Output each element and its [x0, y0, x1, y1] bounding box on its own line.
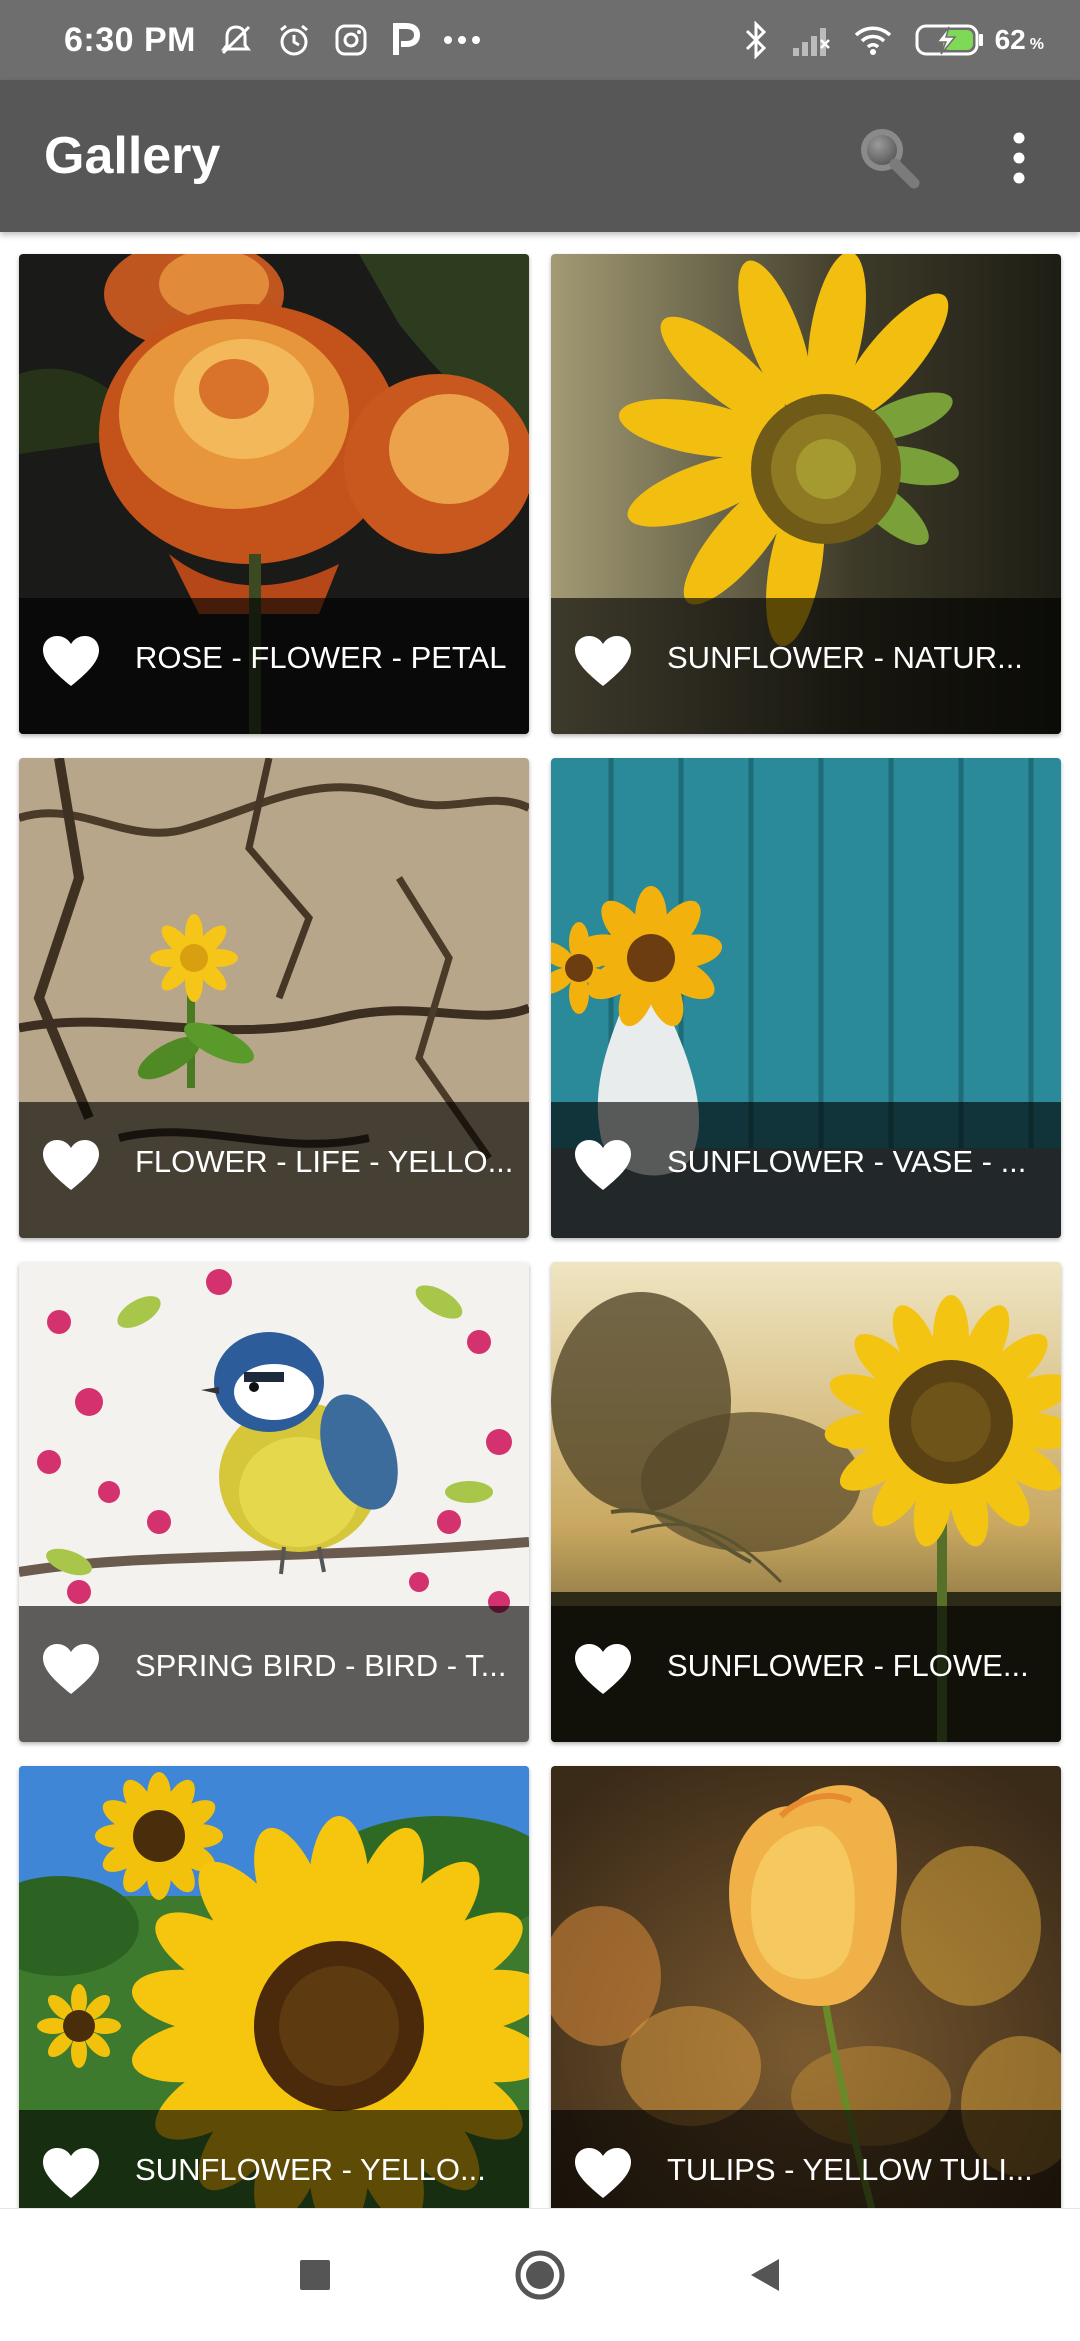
card-caption: SUNFLOWER - VASE - ... [551, 1102, 1061, 1238]
gallery-grid: ROSE - FLOWER - PETAL SUNFLOWER - NATUR.… [0, 232, 1080, 2208]
square-recents-icon[interactable] [285, 2245, 345, 2305]
card-title: TULIPS - YELLOW TULI... [667, 2152, 1033, 2187]
heart-icon[interactable] [41, 1138, 101, 1194]
gallery-card-rose[interactable]: ROSE - FLOWER - PETAL [19, 254, 529, 734]
card-title: SUNFLOWER - NATUR... [667, 640, 1023, 675]
card-title: SPRING BIRD - BIRD - T... [135, 1648, 507, 1683]
card-title: SUNFLOWER - YELLO... [135, 2152, 486, 2187]
heart-icon[interactable] [41, 1642, 101, 1698]
card-caption: TULIPS - YELLOW TULI... [551, 2110, 1061, 2208]
card-caption: SUNFLOWER - NATUR... [551, 598, 1061, 734]
heart-icon[interactable] [41, 634, 101, 690]
alarm-icon [276, 22, 312, 58]
card-title: SUNFLOWER - FLOWE... [667, 1648, 1029, 1683]
triangle-back-icon[interactable] [735, 2245, 795, 2305]
more-vert-icon[interactable] [994, 128, 1044, 188]
heart-icon[interactable] [573, 1138, 633, 1194]
status-bar: 6:30 PM 62% [0, 0, 1080, 80]
heart-icon[interactable] [573, 1642, 633, 1698]
gallery-card-spring-bird[interactable]: SPRING BIRD - BIRD - T... [19, 1262, 529, 1742]
navigation-bar [0, 2208, 1080, 2341]
wifi-icon [853, 24, 893, 56]
heart-icon[interactable] [573, 634, 633, 690]
gallery-card-tulips[interactable]: TULIPS - YELLOW TULI... [551, 1766, 1061, 2208]
battery-level: 62% [995, 24, 1044, 56]
battery-indicator: 62% [915, 23, 1044, 57]
gallery-card-sunflower-yellow[interactable]: SUNFLOWER - YELLO... [19, 1766, 529, 2208]
card-caption: ROSE - FLOWER - PETAL [19, 598, 529, 734]
battery-charging-icon [915, 23, 985, 57]
gallery-card-sunflower-vase[interactable]: SUNFLOWER - VASE - ... [551, 758, 1061, 1238]
circle-home-icon[interactable] [510, 2245, 570, 2305]
card-caption: FLOWER - LIFE - YELLO... [19, 1102, 529, 1238]
battery-level-value: 62 [994, 24, 1026, 55]
card-caption: SUNFLOWER - FLOWE... [551, 1606, 1061, 1742]
instagram-icon [334, 23, 368, 57]
gallery-card-sunflower-nature[interactable]: SUNFLOWER - NATUR... [551, 254, 1061, 734]
signal-icon [791, 24, 831, 56]
p-app-icon [390, 22, 420, 58]
bluetooth-icon [743, 21, 769, 59]
battery-unit: % [1029, 36, 1044, 53]
card-title: FLOWER - LIFE - YELLO... [135, 1144, 514, 1179]
app-bar: Gallery [0, 80, 1080, 232]
mute-icon [218, 22, 254, 58]
heart-icon[interactable] [41, 2146, 101, 2202]
card-title: ROSE - FLOWER - PETAL [135, 640, 507, 675]
status-left: 6:30 PM [64, 0, 482, 80]
card-caption: SPRING BIRD - BIRD - T... [19, 1606, 529, 1742]
card-caption: SUNFLOWER - YELLO... [19, 2110, 529, 2208]
status-right: 62% [743, 0, 1044, 80]
card-title: SUNFLOWER - VASE - ... [667, 1144, 1027, 1179]
page-title: Gallery [44, 127, 221, 185]
search-icon[interactable] [852, 122, 924, 194]
status-time: 6:30 PM [64, 20, 196, 59]
gallery-card-sunflower-flower[interactable]: SUNFLOWER - FLOWE... [551, 1262, 1061, 1742]
more-notifications-icon [442, 34, 482, 46]
heart-icon[interactable] [573, 2146, 633, 2202]
gallery-card-flower-life[interactable]: FLOWER - LIFE - YELLO... [19, 758, 529, 1238]
